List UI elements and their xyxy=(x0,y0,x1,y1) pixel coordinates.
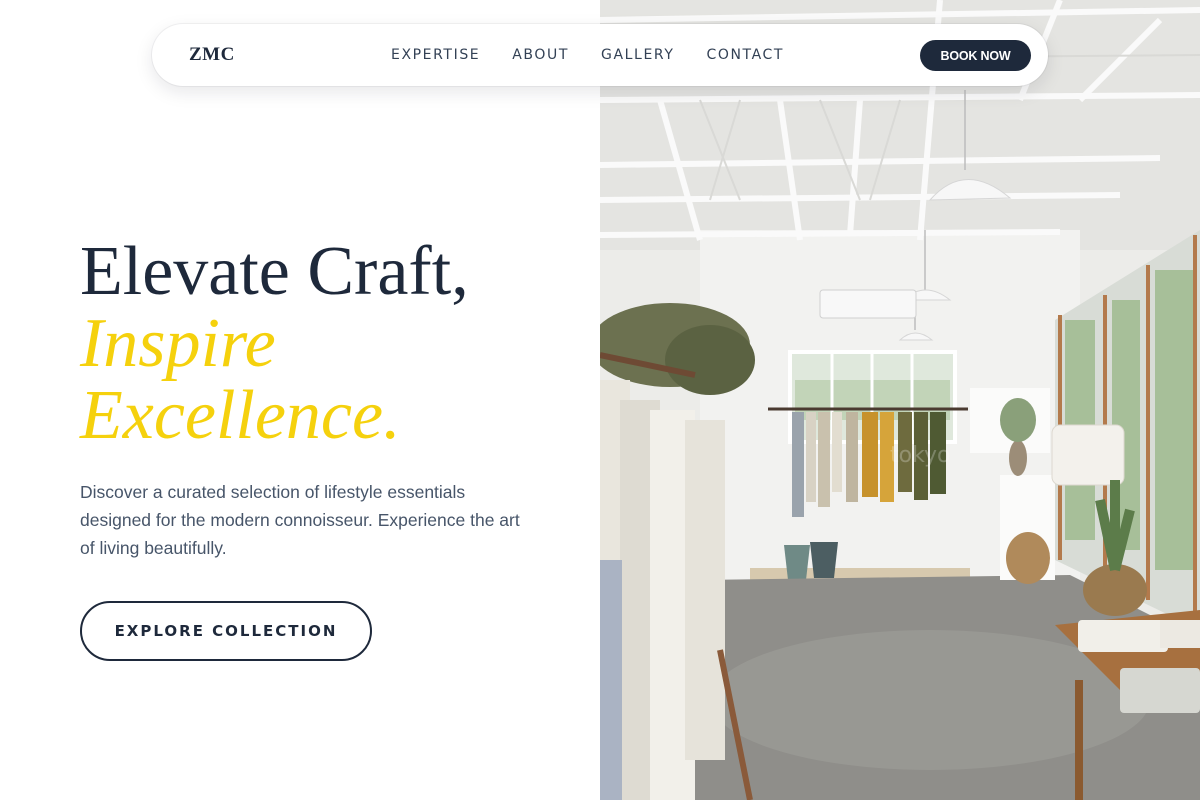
nav-link-gallery[interactable]: GALLERY xyxy=(601,47,674,63)
headline-line-1: Elevate Craft, xyxy=(80,233,469,310)
nav-link-about[interactable]: ABOUT xyxy=(512,47,569,63)
nav-link-contact[interactable]: CONTACT xyxy=(706,47,784,63)
hero-headline: Elevate Craft, Inspire Excellence. xyxy=(80,236,580,452)
nav-link-expertise[interactable]: EXPERTISE xyxy=(391,47,480,63)
headline-line-2: Inspire xyxy=(80,305,276,382)
nav-menu: EXPERTISE ABOUT GALLERY CONTACT xyxy=(391,24,816,86)
book-now-button[interactable]: BOOK NOW xyxy=(920,40,1031,71)
svg-text:tokyo: tokyo xyxy=(890,443,951,468)
logo[interactable]: ZMC xyxy=(189,24,235,86)
hero-image: tokyo xyxy=(600,0,1200,800)
hero-description: Discover a curated selection of lifestyl… xyxy=(80,482,520,558)
headline-line-3: Excellence. xyxy=(80,377,401,454)
navbar: ZMC EXPERTISE ABOUT GALLERY CONTACT BOOK… xyxy=(152,24,1048,86)
hero-section: Elevate Craft, Inspire Excellence. Disco… xyxy=(0,0,600,800)
explore-collection-button[interactable]: EXPLORE COLLECTION xyxy=(80,601,372,661)
